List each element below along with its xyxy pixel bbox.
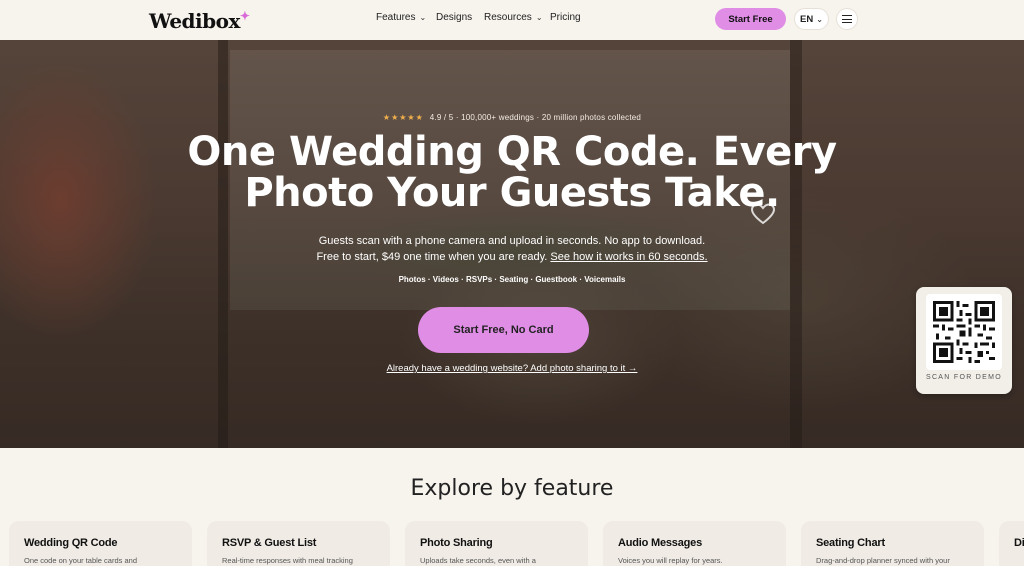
feature-card-seating-chart[interactable]: Seating Chart Drag-and-drop planner sync… bbox=[801, 521, 984, 566]
qr-code bbox=[926, 294, 1002, 370]
rating-text: 4.9 / 5 · 100,000+ weddings · 20 million… bbox=[429, 113, 642, 122]
card-title: Photo Sharing bbox=[420, 537, 493, 549]
card-description: Voices you will replay for years. bbox=[618, 556, 723, 565]
already-have-website-link[interactable]: Already have a wedding website? Add phot… bbox=[0, 363, 1024, 374]
headline-line-1: One Wedding QR Code. Every bbox=[187, 129, 837, 175]
scan-demo-card[interactable]: SCAN FOR DEMO bbox=[916, 287, 1012, 394]
card-title: Dig bbox=[1014, 537, 1024, 549]
hero-section: ★★★★★ 4.9 / 5 · 100,000+ weddings · 20 mi… bbox=[0, 40, 1024, 448]
card-title: Audio Messages bbox=[618, 537, 703, 549]
feature-card-audio-messages[interactable]: Audio Messages Voices you will replay fo… bbox=[603, 521, 786, 566]
nav-features-label: Features bbox=[376, 12, 416, 23]
hamburger-icon bbox=[842, 15, 852, 23]
feature-card-partial[interactable]: Dig bbox=[999, 521, 1024, 566]
nav-features[interactable]: Features ⌄ bbox=[376, 12, 426, 23]
feature-card-wedding-qr[interactable]: Wedding QR Code One code on your table c… bbox=[9, 521, 192, 566]
nav-pricing-label: Pricing bbox=[550, 12, 581, 23]
sub-line-2: Free to start, $49 one time when you are… bbox=[0, 249, 1024, 265]
start-free-button[interactable]: Start Free bbox=[715, 8, 786, 30]
menu-button[interactable] bbox=[836, 8, 858, 30]
card-description: Drag-and-drop planner synced with your bbox=[816, 556, 950, 565]
card-title: Wedding QR Code bbox=[24, 537, 118, 549]
chevron-down-icon: ⌄ bbox=[535, 13, 543, 22]
heart-icon[interactable] bbox=[750, 203, 776, 225]
logo-text: Wedibox bbox=[149, 9, 240, 33]
feature-card-rsvp[interactable]: RSVP & Guest List Real-time responses wi… bbox=[207, 521, 390, 566]
hero-subtext: Guests scan with a phone camera and uplo… bbox=[0, 233, 1024, 265]
wedibox-logo[interactable]: Wedibox✦ bbox=[149, 9, 250, 33]
language-select[interactable]: EN ⌄ bbox=[794, 8, 829, 30]
card-title: RSVP & Guest List bbox=[222, 537, 317, 549]
nav-designs-label: Designs bbox=[436, 12, 473, 23]
card-title: Seating Chart bbox=[816, 537, 885, 549]
card-description: One code on your table cards and bbox=[24, 556, 137, 565]
stars-icon: ★★★★★ bbox=[382, 113, 424, 122]
start-free-no-card-button[interactable]: Start Free, No Card bbox=[418, 307, 589, 353]
feature-pills: Photos · Videos · RSVPs · Seating · Gues… bbox=[398, 275, 626, 284]
chevron-down-icon: ⌄ bbox=[816, 14, 823, 24]
nav-resources-label: Resources bbox=[484, 12, 532, 23]
nav-resources[interactable]: Resources ⌄ bbox=[484, 12, 543, 23]
headline-line-2: Photo Your Guests Take. bbox=[244, 170, 780, 216]
hero-headline: One Wedding QR Code. Every Photo Your Gu… bbox=[0, 132, 1024, 214]
nav-designs[interactable]: Designs bbox=[436, 12, 472, 23]
sub-line-2-text: Free to start, $49 one time when you are… bbox=[316, 251, 548, 263]
sub-line-1: Guests scan with a phone camera and uplo… bbox=[318, 235, 706, 247]
card-description: Real-time responses with meal tracking bbox=[222, 556, 353, 565]
how-it-works-link[interactable]: See how it works in 60 seconds. bbox=[550, 251, 707, 263]
qr-code-icon bbox=[933, 301, 995, 363]
feature-card-photo-sharing[interactable]: Photo Sharing Uploads take seconds, even… bbox=[405, 521, 588, 566]
scan-for-demo-label: SCAN FOR DEMO bbox=[925, 374, 1002, 381]
card-description: Uploads take seconds, even with a bbox=[420, 556, 536, 565]
rating-bar: ★★★★★ 4.9 / 5 · 100,000+ weddings · 20 mi… bbox=[0, 113, 1024, 122]
explore-title: Explore by feature bbox=[410, 476, 614, 501]
sparkle-icon: ✦ bbox=[239, 9, 250, 23]
chevron-down-icon: ⌄ bbox=[419, 13, 427, 22]
site-header: Wedibox✦ Features ⌄ Designs Resources ⌄ Pr… bbox=[0, 0, 1024, 40]
language-label: EN bbox=[800, 13, 814, 25]
nav-pricing[interactable]: Pricing bbox=[550, 12, 581, 23]
